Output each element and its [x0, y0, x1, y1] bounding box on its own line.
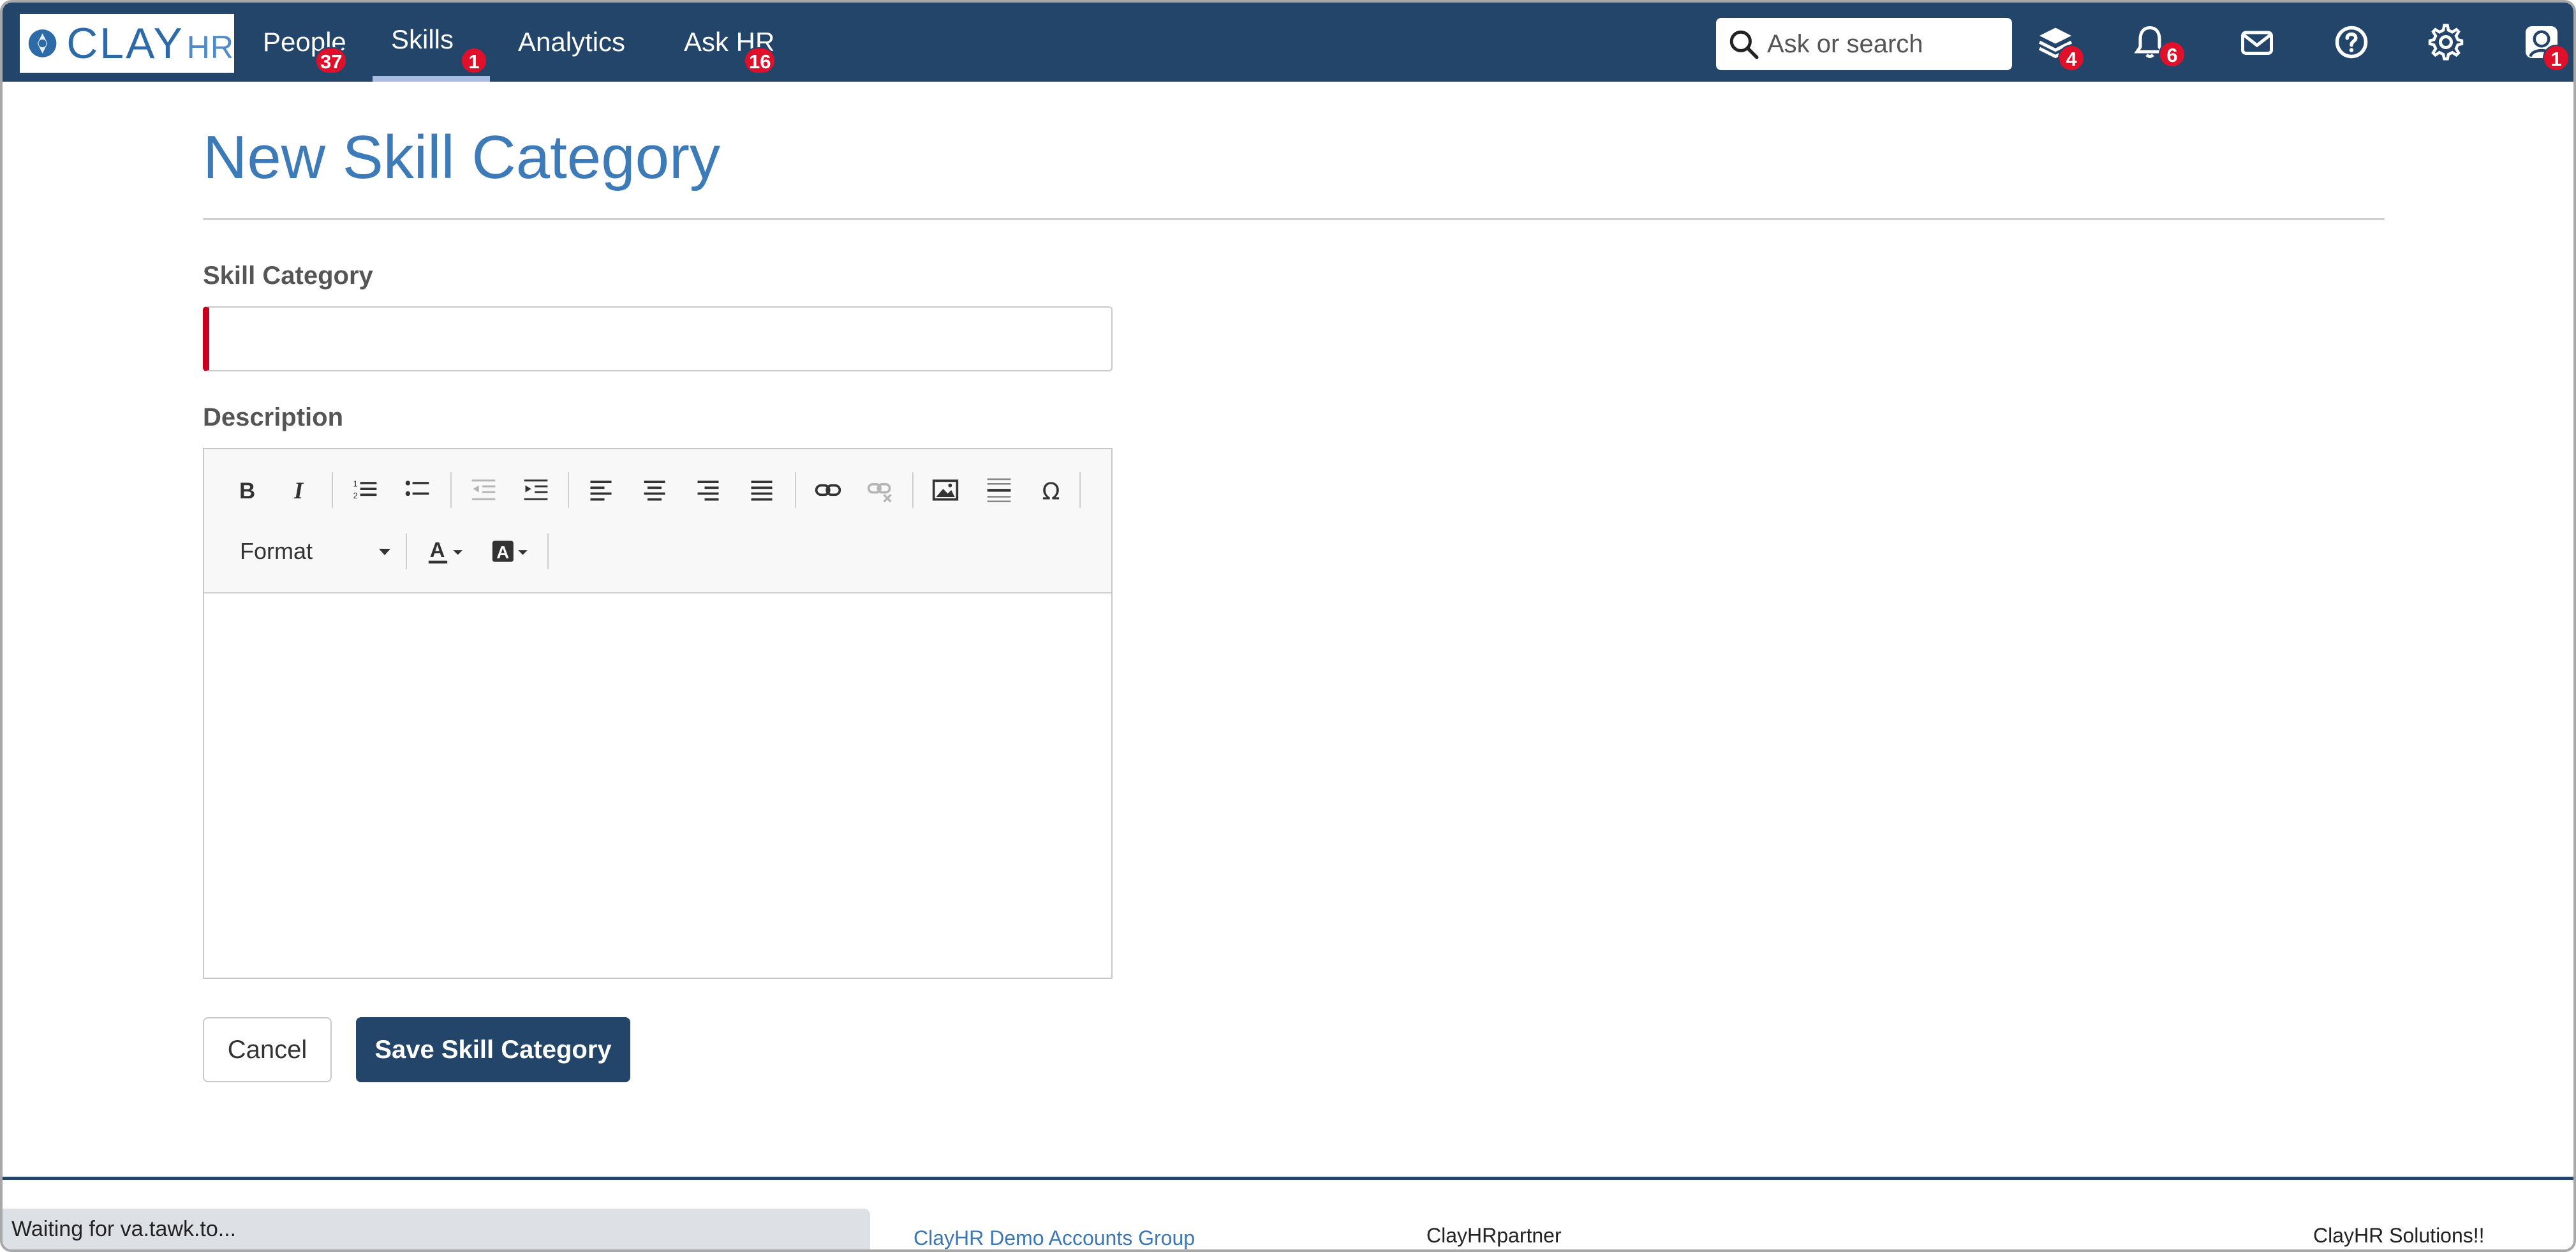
link-icon	[815, 484, 841, 496]
footer-group-link[interactable]: ClayHR Demo Accounts Group	[914, 1226, 1195, 1249]
toolbar-separator	[547, 533, 549, 569]
profile-count-badge: 1	[2543, 45, 2570, 71]
app-window: CLAYHR People 37 Skills 1 Analytics Ask …	[0, 0, 2576, 1252]
horizontal-line-button[interactable]	[980, 471, 1018, 509]
align-right-icon	[697, 481, 719, 501]
search-input[interactable]	[1766, 29, 2011, 59]
bullet-list-icon	[405, 481, 429, 496]
svg-text:A: A	[430, 538, 445, 562]
notifications-count-badge: 6	[2159, 41, 2186, 68]
italic-icon: I	[293, 477, 304, 503]
indent-icon	[524, 479, 548, 500]
footer-partner-text: ClayHRpartner	[1426, 1224, 1562, 1247]
insert-link-button[interactable]	[809, 471, 847, 509]
ask-hr-count-badge: 16	[744, 47, 776, 74]
top-navigation-bar: CLAYHR People 37 Skills 1 Analytics Ask …	[3, 3, 2573, 82]
mail-icon	[2241, 31, 2273, 55]
align-center-icon	[644, 481, 665, 501]
background-color-button[interactable]: A	[484, 532, 541, 570]
svg-text:2: 2	[353, 491, 358, 500]
people-count-badge: 37	[315, 47, 348, 74]
toolbar-separator	[912, 472, 914, 508]
bold-button[interactable]: B	[227, 471, 265, 509]
toolbar-separator	[406, 533, 407, 569]
settings-button[interactable]	[2427, 23, 2465, 61]
toolbar-separator	[1079, 472, 1081, 508]
cancel-button[interactable]: Cancel	[203, 1017, 332, 1082]
svg-text:Ω: Ω	[1042, 478, 1060, 504]
bullet-list-button[interactable]	[398, 471, 436, 509]
omega-icon: Ω	[1042, 478, 1060, 504]
clayhr-logo-icon	[28, 29, 57, 57]
bold-icon: B	[239, 479, 255, 503]
toolbar-separator	[450, 472, 452, 508]
nav-item-analytics[interactable]: Analytics	[518, 3, 625, 82]
align-left-button[interactable]	[582, 471, 620, 509]
clayhr-logo[interactable]: CLAYHR	[20, 14, 234, 73]
messages-button[interactable]	[2238, 23, 2276, 61]
format-dropdown[interactable]: Format	[240, 531, 399, 572]
status-text: Waiting for va.tawk.to...	[11, 1216, 237, 1241]
outdent-icon	[471, 479, 496, 500]
italic-button[interactable]: I	[281, 471, 319, 509]
svg-text:B: B	[239, 479, 255, 503]
special-character-button[interactable]: Ω	[1033, 471, 1072, 509]
save-skill-category-button[interactable]: Save Skill Category	[356, 1017, 630, 1082]
insert-image-button[interactable]	[926, 471, 965, 509]
nav-label-skills: Skills	[390, 24, 454, 54]
page-title: New Skill Category	[203, 123, 720, 191]
help-icon	[2335, 26, 2368, 59]
background-color-icon: A	[492, 540, 528, 562]
gear-icon	[2428, 24, 2464, 61]
layers-count-badge: 4	[2058, 45, 2085, 71]
search-box[interactable]	[1716, 18, 2012, 70]
help-button[interactable]	[2332, 23, 2371, 61]
align-right-button[interactable]	[689, 471, 727, 509]
logo-text: CLAYHR	[66, 19, 234, 68]
justify-icon	[751, 481, 773, 501]
toolbar-separator	[795, 472, 796, 508]
skills-count-badge: 1	[461, 47, 487, 74]
numbered-list-icon: 1 2	[353, 479, 377, 500]
description-label: Description	[203, 403, 344, 431]
description-text-area[interactable]	[204, 593, 1111, 978]
toolbar-separator	[332, 472, 333, 508]
text-color-button[interactable]: A	[420, 532, 477, 570]
unlink-icon	[867, 483, 892, 503]
footer-company-text: ClayHR Solutions!!	[2313, 1224, 2485, 1247]
align-center-button[interactable]	[635, 471, 674, 509]
editor-toolbar: B I 1 2 Ω Format A A	[204, 449, 1111, 593]
description-rich-text-editor: B I 1 2 Ω Format A A	[203, 448, 1113, 979]
browser-status-bar: Waiting for va.tawk.to...	[3, 1209, 870, 1249]
format-dropdown-label: Format	[240, 538, 313, 564]
chevron-down-icon	[379, 549, 390, 555]
align-left-icon	[590, 481, 612, 501]
svg-text:1: 1	[353, 479, 358, 489]
decrease-indent-button[interactable]	[464, 471, 503, 509]
skill-category-label: Skill Category	[203, 262, 373, 290]
svg-text:I: I	[293, 477, 304, 503]
numbered-list-button[interactable]: 1 2	[346, 471, 384, 509]
toolbar-separator	[568, 472, 569, 508]
text-color-icon: A	[428, 538, 463, 564]
horizontal-rule-icon	[987, 478, 1011, 503]
remove-link-button[interactable]	[861, 471, 899, 509]
svg-text:A: A	[496, 542, 509, 562]
image-icon	[932, 479, 959, 501]
increase-indent-button[interactable]	[517, 471, 555, 509]
footer-divider	[3, 1177, 2573, 1180]
search-icon	[1729, 30, 1759, 59]
skill-category-input[interactable]	[203, 306, 1113, 371]
title-divider	[203, 218, 2385, 220]
nav-label-analytics: Analytics	[518, 27, 626, 57]
justify-button[interactable]	[743, 471, 781, 509]
